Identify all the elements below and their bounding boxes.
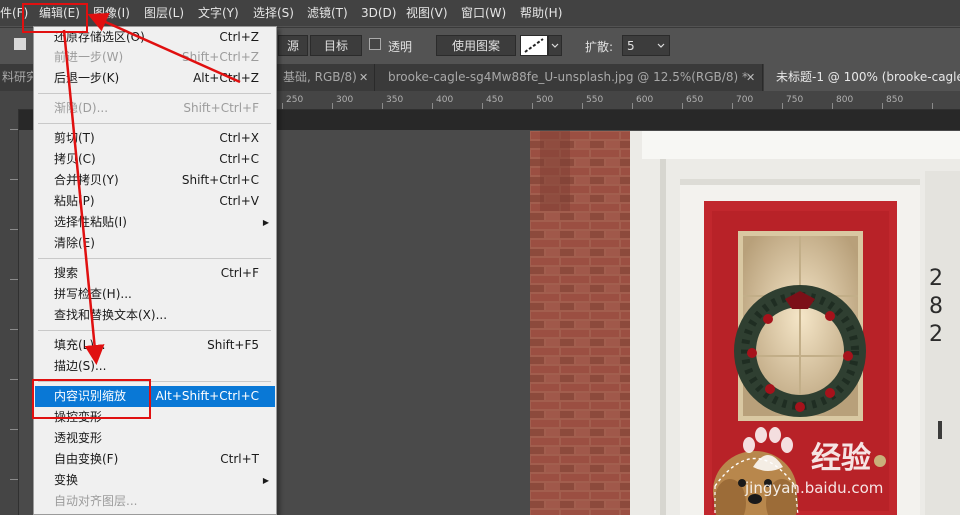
menu-item-free-transform[interactable]: 自由变换(F) Ctrl+T: [35, 449, 275, 470]
close-icon[interactable]: ✕: [359, 64, 368, 91]
menu-separator: [38, 123, 271, 124]
tab-document-active[interactable]: 未标题-1 @ 100% (brooke-cagle: [764, 64, 960, 91]
ruler-label: 800: [836, 95, 854, 105]
tab-label: 基础, RGB/8): [283, 70, 357, 84]
submenu-arrow-icon: ▶: [262, 476, 269, 485]
menu-item-step-backward[interactable]: 后退一步(K) Alt+Ctrl+Z: [35, 68, 275, 89]
ruler-label: 500: [536, 95, 554, 105]
menu-item-step-forward: 前进一步(W) Shift+Ctrl+Z: [54, 50, 259, 64]
menu-item-paste-special[interactable]: 选择性粘贴(I) ▶: [35, 212, 275, 233]
menu-separator: [38, 381, 271, 382]
ruler-label: 450: [486, 95, 504, 105]
ruler-label: 850: [886, 95, 904, 105]
menu-item-fade: 渐隐(D)... Shift+Ctrl+F: [54, 101, 259, 115]
close-icon[interactable]: ✕: [746, 64, 755, 91]
tool-preset-icon[interactable]: [14, 38, 26, 50]
menu-view[interactable]: 视图(V): [406, 4, 448, 22]
menu-separator: [38, 93, 271, 94]
menu-item-paste[interactable]: 粘贴(P) Ctrl+V: [35, 191, 275, 212]
ruler-label: 400: [436, 95, 454, 105]
diffusion-select[interactable]: 5: [622, 35, 670, 56]
menu-help[interactable]: 帮助(H): [520, 4, 562, 22]
ruler-label: 750: [786, 95, 804, 105]
menu-item-content-aware-scale[interactable]: 内容识别缩放 Alt+Shift+Ctrl+C: [35, 386, 275, 407]
menu-separator: [38, 330, 271, 331]
canvas-photo[interactable]: 2 8 2: [530, 131, 960, 515]
menu-item-perspective-warp[interactable]: 透视变形: [35, 428, 275, 449]
menu-item-search[interactable]: 搜索 Ctrl+F: [35, 263, 275, 284]
tab-label: 未标题-1 @ 100% (brooke-cagle: [776, 70, 960, 84]
menu-item-stroke[interactable]: 描边(S)...: [35, 356, 275, 377]
vertical-ruler: [0, 109, 19, 515]
menu-filter[interactable]: 滤镜(T): [307, 4, 348, 22]
menu-separator: [38, 258, 271, 259]
target-button[interactable]: 目标: [310, 35, 362, 56]
ruler-label: 650: [686, 95, 704, 105]
ruler-label: 300: [336, 95, 354, 105]
menu-layer[interactable]: 图层(L): [144, 4, 184, 22]
menu-item-clear[interactable]: 清除(E): [35, 233, 275, 254]
menu-edit[interactable]: 编辑(E): [39, 4, 80, 22]
ruler-label: 700: [736, 95, 754, 105]
menu-item-fill[interactable]: 填充(L)... Shift+F5: [35, 335, 275, 356]
menu-select[interactable]: 选择(S): [253, 4, 294, 22]
tab-label: brooke-cagle-sg4Mw88fe_U-unsplash.jpg @ …: [388, 70, 748, 84]
menu-window[interactable]: 窗口(W): [461, 4, 506, 22]
pattern-swatch-icon[interactable]: [520, 35, 548, 56]
menu-item-puppet-warp[interactable]: 操控变形: [35, 407, 275, 428]
menu-type[interactable]: 文字(Y): [198, 4, 239, 22]
photo-illustration: [530, 131, 960, 515]
menu-item-cut[interactable]: 剪切(T) Ctrl+X: [35, 128, 275, 149]
house-number: 2 8 2: [929, 266, 943, 347]
menu-image[interactable]: 图像(I): [93, 4, 130, 22]
transparent-checkbox[interactable]: [369, 38, 381, 50]
ruler-label: 550: [586, 95, 604, 105]
pattern-dropdown-chevron-icon[interactable]: [548, 35, 562, 56]
menu-item-transform[interactable]: 变换 ▶: [35, 470, 275, 491]
menu-item-copy-merged[interactable]: 合并拷贝(Y) Shift+Ctrl+C: [35, 170, 275, 191]
ruler-label: 250: [286, 95, 304, 105]
diffusion-label: 扩散:: [585, 40, 614, 54]
menu-item-spell-check[interactable]: 拼写检查(H)...: [35, 284, 275, 305]
menu-item-auto-align-layers: 自动对齐图层...: [54, 494, 138, 508]
ruler-label: 350: [386, 95, 404, 105]
diffusion-value: 5: [627, 39, 635, 53]
menu-file[interactable]: 件(F): [0, 4, 28, 22]
submenu-arrow-icon: ▶: [262, 218, 269, 227]
menu-bar: 件(F) 编辑(E) 图像(I) 图层(L) 文字(Y) 选择(S) 滤镜(T)…: [0, 0, 960, 26]
transparent-label: 透明: [388, 40, 413, 54]
menu-item-find-replace[interactable]: 查找和替换文本(X)...: [35, 305, 275, 326]
menu-3d[interactable]: 3D(D): [361, 4, 396, 22]
edit-menu-dropdown: 还原存储选区(O) Ctrl+Z 前进一步(W) Shift+Ctrl+Z 后退一步…: [33, 26, 277, 515]
ruler-label: 600: [636, 95, 654, 105]
tab-document-2[interactable]: 基础, RGB/8) ✕: [275, 64, 375, 91]
use-pattern-button[interactable]: 使用图案: [436, 35, 516, 56]
menu-item-undo[interactable]: 还原存储选区(O) Ctrl+Z: [35, 27, 275, 48]
tab-document-3[interactable]: brooke-cagle-sg4Mw88fe_U-unsplash.jpg @ …: [376, 64, 763, 91]
menu-item-copy[interactable]: 拷贝(C) Ctrl+C: [35, 149, 275, 170]
source-button[interactable]: 源: [278, 35, 308, 56]
